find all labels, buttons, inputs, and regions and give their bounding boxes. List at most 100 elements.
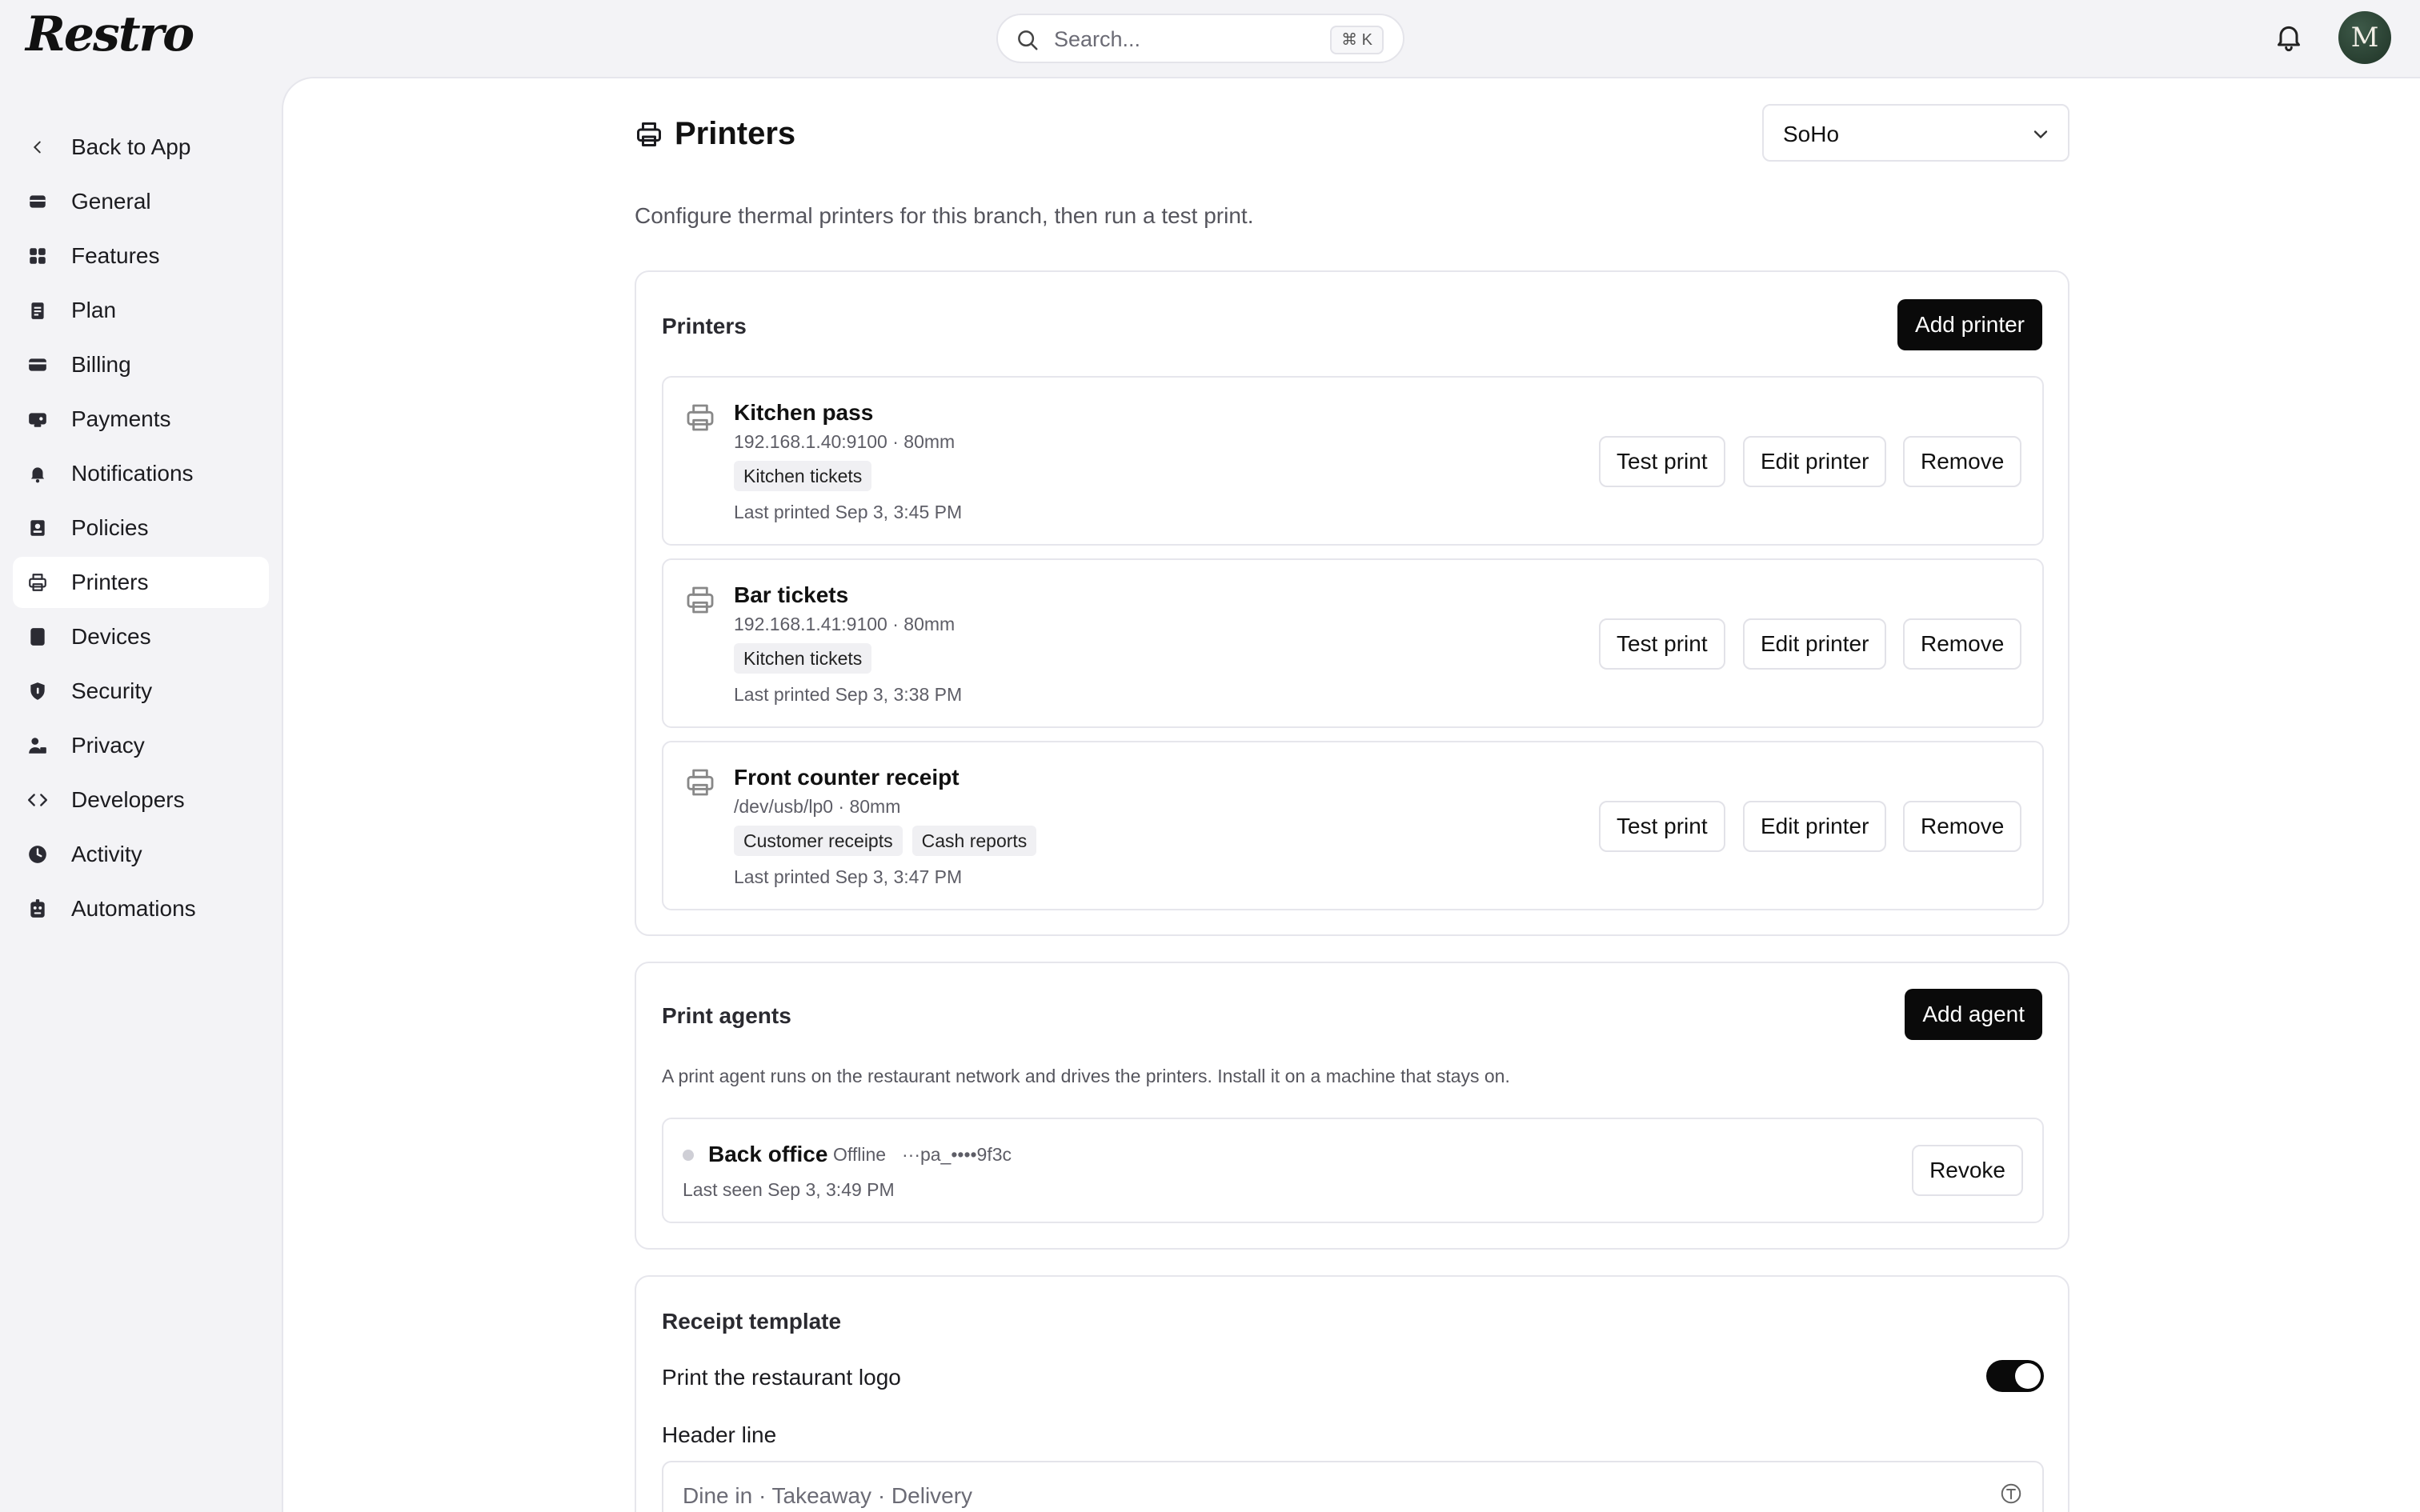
sidebar-item-activity[interactable]: Activity — [13, 829, 269, 880]
printer-icon — [26, 570, 50, 594]
back-to-app-label: Back to App — [71, 134, 191, 159]
test-print-button[interactable]: Test print — [1599, 436, 1725, 487]
remove-printer-button[interactable]: Remove — [1903, 801, 2022, 852]
print-logo-label: Print the restaurant logo — [662, 1365, 901, 1390]
sidebar-item-label: Privacy — [71, 733, 145, 758]
remove-printer-button[interactable]: Remove — [1903, 618, 2022, 670]
search-input[interactable] — [1054, 25, 1294, 54]
printer-actions: Test print Edit printer Remove — [1599, 436, 2023, 487]
user-avatar[interactable]: M — [2338, 11, 2391, 64]
shield-icon — [26, 679, 50, 703]
printer-tags: Kitchen tickets — [734, 461, 872, 491]
grid-icon — [26, 244, 50, 268]
printer-row: Front counter receipt /dev/usb/lp0 · 80m… — [662, 741, 2044, 910]
printer-icon — [684, 402, 716, 434]
printer-tag: Customer receipts — [734, 826, 903, 856]
agent-token: ···pa_••••9f3c — [902, 1144, 1012, 1165]
sidebar-item-security[interactable]: Security — [13, 666, 269, 717]
printer-tags: Kitchen tickets — [734, 643, 872, 674]
sidebar-item-label: Notifications — [71, 461, 194, 486]
sidebar-item-label: Billing — [71, 352, 131, 377]
edit-printer-button[interactable]: Edit printer — [1743, 618, 1887, 670]
add-printer-button[interactable]: Add printer — [1897, 299, 2042, 350]
credit-card-icon — [26, 353, 50, 377]
sidebar-item-privacy[interactable]: Privacy — [13, 720, 269, 771]
sidebar-item-label: Printers — [71, 570, 149, 594]
sidebar-item-label: Plan — [71, 298, 117, 322]
sidebar-item-developers[interactable]: Developers — [13, 774, 269, 826]
remove-printer-button[interactable]: Remove — [1903, 436, 2022, 487]
sidebar-item-payments[interactable]: Payments — [13, 394, 269, 445]
header-line-input[interactable] — [683, 1480, 1883, 1512]
test-print-button[interactable]: Test print — [1599, 801, 1725, 852]
sidebar-item-label: Automations — [71, 896, 196, 921]
receipt-template-title: Receipt template — [662, 1309, 842, 1334]
printer-address: 192.168.1.41:9100 · 80mm — [734, 614, 956, 634]
agent-name: Back office — [708, 1142, 828, 1166]
sidebar-item-label: Activity — [71, 842, 142, 866]
sidebar-item-general[interactable]: General — [13, 176, 269, 227]
search-shortcut-badge: ⌘ K — [1330, 26, 1384, 54]
header-line-field[interactable] — [662, 1461, 2044, 1512]
agent-status-dot — [683, 1150, 694, 1161]
printer-tags: Customer receipts Cash reports — [734, 826, 1037, 856]
printer-icon — [635, 120, 663, 149]
sidebar-item-policies[interactable]: Policies — [13, 502, 269, 554]
edit-printer-button[interactable]: Edit printer — [1743, 436, 1887, 487]
robot-icon — [26, 897, 50, 921]
card-icon — [26, 190, 50, 214]
agent-last-seen: Last seen Sep 3, 3:49 PM — [683, 1179, 895, 1200]
text-format-icon[interactable] — [1999, 1482, 2023, 1506]
tablet-icon — [26, 625, 50, 649]
agent-status: Offline — [833, 1144, 887, 1165]
printer-actions: Test print Edit printer Remove — [1599, 801, 2023, 852]
chevron-left-icon — [26, 135, 50, 159]
sidebar-item-automations[interactable]: Automations — [13, 883, 269, 934]
printer-icon — [684, 584, 716, 616]
printer-address: /dev/usb/lp0 · 80mm — [734, 796, 901, 817]
sidebar-item-features[interactable]: Features — [13, 230, 269, 282]
sidebar-item-billing[interactable]: Billing — [13, 339, 269, 390]
sidebar-item-notifications[interactable]: Notifications — [13, 448, 269, 499]
clipboard-icon — [26, 298, 50, 322]
print-logo-toggle[interactable] — [1986, 1360, 2044, 1392]
toggle-knob — [2015, 1363, 2041, 1389]
printer-name: Kitchen pass — [734, 400, 874, 425]
branch-select[interactable]: SoHo — [1762, 104, 2069, 162]
branch-select-value: SoHo — [1783, 122, 1840, 146]
sidebar-item-plan[interactable]: Plan — [13, 285, 269, 336]
printer-row: Kitchen pass 192.168.1.40:9100 · 80mm Ki… — [662, 376, 2044, 546]
print-agents-card-title: Print agents — [662, 1003, 791, 1028]
printer-last-printed: Last printed Sep 3, 3:45 PM — [734, 502, 963, 522]
user-lock-icon — [26, 734, 50, 758]
test-print-button[interactable]: Test print — [1599, 618, 1725, 670]
sidebar-item-printers[interactable]: Printers — [13, 557, 269, 608]
sidebar-item-devices[interactable]: Devices — [13, 611, 269, 662]
print-agents-card: Print agents Add agent A print agent run… — [635, 962, 2069, 1250]
search-box[interactable]: ⌘ K — [996, 14, 1404, 63]
sidebar-item-label: Payments — [71, 406, 171, 431]
printers-card: Printers Add printer Kitchen pass 192.16… — [635, 270, 2069, 936]
printer-last-printed: Last printed Sep 3, 3:47 PM — [734, 866, 963, 887]
app-logo[interactable]: Restro — [26, 6, 194, 62]
add-agent-button[interactable]: Add agent — [1905, 989, 2042, 1040]
header-line-label: Header line — [662, 1422, 777, 1447]
sidebar-item-label: Policies — [71, 515, 149, 540]
printer-name: Bar tickets — [734, 582, 849, 607]
page-title: Printers — [675, 116, 796, 151]
back-to-app-link[interactable]: Back to App — [13, 122, 269, 173]
search-icon — [1016, 28, 1040, 52]
printers-card-title: Printers — [662, 314, 747, 338]
edit-printer-button[interactable]: Edit printer — [1743, 801, 1887, 852]
sidebar-item-label: Security — [71, 678, 153, 703]
notifications-bell-icon[interactable] — [2273, 21, 2305, 53]
printer-name: Front counter receipt — [734, 765, 960, 790]
printer-tag: Kitchen tickets — [734, 461, 872, 491]
printer-address: 192.168.1.40:9100 · 80mm — [734, 431, 956, 452]
policy-icon — [26, 516, 50, 540]
receipt-template-card: Receipt template Print the restaurant lo… — [635, 1275, 2069, 1512]
print-agents-description: A print agent runs on the restaurant net… — [662, 1066, 1510, 1086]
revoke-agent-button[interactable]: Revoke — [1912, 1145, 2023, 1196]
sidebar-item-label: Developers — [71, 787, 185, 812]
page-header: Printers — [635, 116, 795, 152]
